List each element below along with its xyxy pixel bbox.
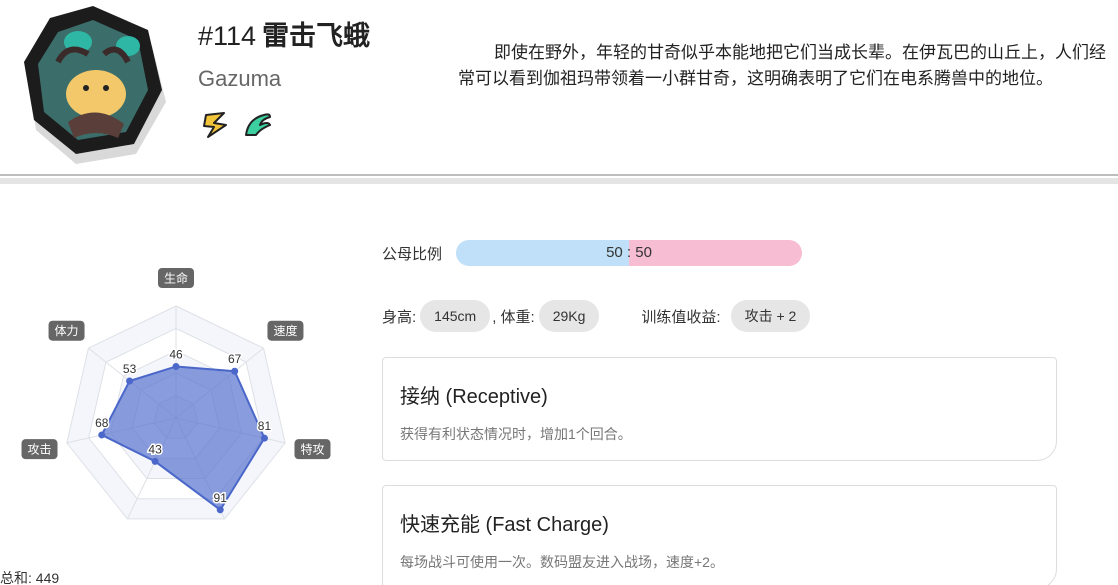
radar-value-label: 91 xyxy=(214,491,228,505)
stats-total: 总和: 449 xyxy=(0,570,60,585)
radar-axis-label: 体力 xyxy=(48,320,85,341)
radar-value-label: 46 xyxy=(169,347,183,361)
monster-title: #114 雷击飞蛾 xyxy=(198,14,370,53)
monster-header: #114 雷击飞蛾 Gazuma 即使在野外，年轻的甘奇似乎本能地把它们当成长辈。… xyxy=(0,0,1118,176)
radar-point xyxy=(260,434,268,442)
gender-bar: 50 : 50 xyxy=(456,240,802,266)
ev-value: 攻击 + 2 xyxy=(730,300,811,332)
radar-point xyxy=(216,506,224,514)
radar-axis-label: 特攻 xyxy=(294,439,331,460)
electric-type-icon xyxy=(203,112,227,138)
radar-axis-label: 攻击 xyxy=(21,439,58,460)
radar-value-label: 68 xyxy=(95,416,109,430)
svg-text:速度: 速度 xyxy=(273,323,297,338)
height-label: 身高: xyxy=(382,308,417,326)
ability-card-1: 接纳 (Receptive) 获得有利状态情况时，增加1个回合。 xyxy=(382,357,1057,461)
monster-number: #114 xyxy=(198,21,257,51)
radar-axis-label: 速度 xyxy=(267,320,304,341)
gender-ratio: 公母比例 50 : 50 xyxy=(382,240,802,266)
weight-label: , 体重: xyxy=(492,308,535,326)
info-row: 身高: 145cm , 体重: 29Kg 训练值收益: 攻击 + 2 xyxy=(382,300,811,332)
gender-label: 公母比例 xyxy=(382,245,443,263)
ability-desc: 每场战斗可使用一次。数码盟友进入战场，速度+2。 xyxy=(400,554,724,570)
svg-text:生命: 生命 xyxy=(164,271,188,286)
radar-value-label: 53 xyxy=(123,362,137,376)
radar-point xyxy=(151,457,159,465)
ev-label: 训练值收益: xyxy=(641,308,721,326)
radar-value-label: 81 xyxy=(258,419,272,433)
radar-value-label: 67 xyxy=(228,352,242,366)
radar-point xyxy=(172,362,180,370)
svg-text:体力: 体力 xyxy=(55,324,79,338)
ability-desc: 获得有利状态情况时，增加1个回合。 xyxy=(400,426,632,442)
stats-radar-chart: 46678191436853 生命速度特攻特防防御攻击体力 xyxy=(21,268,331,520)
gender-ratio-text: 50 : 50 xyxy=(606,244,652,261)
radar-point xyxy=(98,431,106,439)
radar-axis-label: 生命 xyxy=(158,268,194,288)
ability-name: 快速充能 (Fast Charge) xyxy=(400,514,609,536)
monster-en-name: Gazuma xyxy=(198,66,282,91)
radar-point xyxy=(126,377,134,385)
radar-point xyxy=(231,367,239,375)
weight-value: 29Kg xyxy=(538,300,600,332)
svg-text:特攻: 特攻 xyxy=(300,442,324,457)
radar-value-label: 43 xyxy=(148,442,162,456)
monster-name: 雷击飞蛾 xyxy=(262,21,371,51)
height-value: 145cm xyxy=(420,300,491,332)
svg-text:攻击: 攻击 xyxy=(28,443,52,457)
ability-name: 接纳 (Receptive) xyxy=(400,386,548,408)
monster-description: 即使在野外，年轻的甘奇似乎本能地把它们当成长辈。在伊瓦巴的山丘上，人们经常可以看… xyxy=(458,43,1106,88)
ability-card-2: 快速充能 (Fast Charge) 每场战斗可使用一次。数码盟友进入战场，速度… xyxy=(382,485,1057,585)
type-icons xyxy=(200,109,274,141)
header-divider xyxy=(0,178,1118,184)
wind-type-icon xyxy=(245,113,271,136)
monster-avatar xyxy=(24,6,166,164)
